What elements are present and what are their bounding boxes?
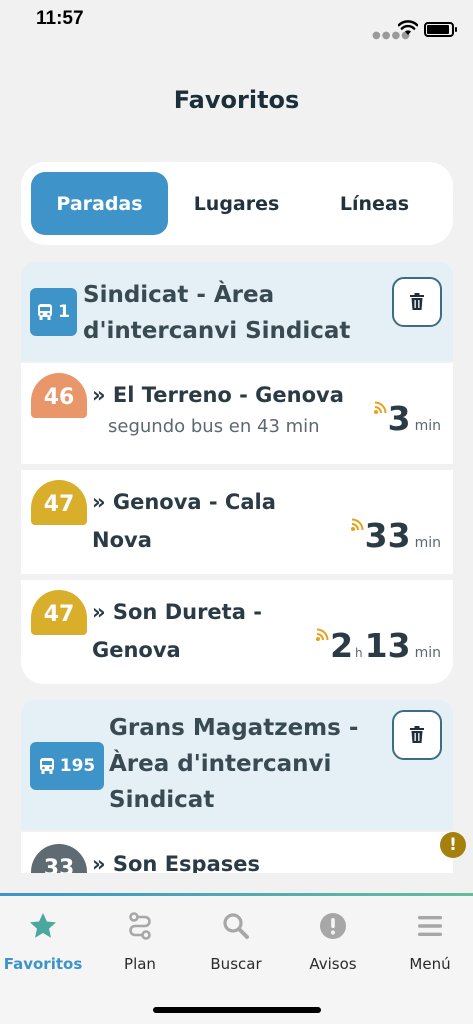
arrival-destination: » El Terreno - Genova <box>92 383 344 407</box>
nav-avisos[interactable]: Avisos <box>286 911 380 973</box>
arrival-destination: » Son Espases <box>92 852 260 873</box>
eta-minutes: 3 <box>387 399 411 438</box>
stop-header[interactable]: 195 Grans Magatzems - Àrea d'intercanvi … <box>21 700 453 830</box>
arrival-eta: 2 h 13 min <box>315 626 441 665</box>
realtime-signal-icon <box>316 628 329 641</box>
nav-divider <box>0 893 473 896</box>
route-icon <box>129 912 151 940</box>
tab-lineas[interactable]: Líneas <box>306 172 443 235</box>
eta-unit: min <box>414 535 441 551</box>
nav-menu[interactable]: Menú <box>383 911 473 973</box>
arrival-destination: » Genova - Cala Nova <box>92 490 276 552</box>
arrival-row[interactable]: 46 » El Terreno - Genova segundo bus en … <box>21 363 453 464</box>
second-bus-text: segundo bus en 43 min <box>108 416 320 437</box>
star-icon <box>30 913 56 938</box>
status-bar: 11:57 ●●●● <box>0 0 473 48</box>
arrival-row[interactable]: 47 » Son Dureta - Genova 2 h 13 min <box>21 580 453 684</box>
eta-unit: min <box>414 418 441 434</box>
eta-hours: 2 <box>330 626 354 665</box>
page-title: Favoritos <box>173 86 300 114</box>
line-badge: 33 <box>31 844 87 873</box>
arrival-destination: » Son Dureta - Genova <box>92 600 262 662</box>
stop-badge: 195 <box>30 742 104 790</box>
delete-stop-button[interactable] <box>392 710 442 760</box>
bottom-nav: Favoritos Plan Buscar Avisos Menú <box>0 893 473 1024</box>
stop-name: Grans Magatzems - Àrea d'intercanvi Sind… <box>109 715 359 813</box>
eta-minutes: 33 <box>364 516 411 555</box>
arrival-eta: 3 min <box>373 399 441 438</box>
home-indicator[interactable] <box>153 1007 321 1013</box>
warning-icon[interactable]: ! <box>440 832 466 858</box>
bus-icon <box>38 304 53 320</box>
delete-stop-button[interactable] <box>392 277 442 327</box>
line-badge: 47 <box>31 590 87 635</box>
wifi-icon <box>398 20 418 35</box>
arrival-row[interactable]: 47 » Genova - Cala Nova 33 min <box>21 470 453 574</box>
eta-minutes: 13 <box>364 626 411 665</box>
arrival-eta: 33 min <box>350 516 441 555</box>
trash-icon <box>410 293 424 310</box>
eta-unit: min <box>414 645 441 661</box>
realtime-signal-icon <box>350 518 364 531</box>
alert-icon <box>320 913 346 939</box>
bus-icon <box>39 758 54 774</box>
line-badge: 47 <box>31 480 87 525</box>
search-icon <box>223 913 249 939</box>
line-badge: 46 <box>31 373 87 418</box>
nav-plan[interactable]: Plan <box>93 911 187 973</box>
stop-number: 1 <box>58 302 70 322</box>
tab-paradas[interactable]: Paradas <box>31 172 168 235</box>
menu-icon <box>418 916 442 936</box>
tab-lugares[interactable]: Lugares <box>169 172 304 235</box>
nav-favoritos[interactable]: Favoritos <box>0 911 90 973</box>
stop-number: 195 <box>59 756 96 776</box>
realtime-signal-icon <box>373 401 387 414</box>
stop-header[interactable]: 1 Sindicat - Àrea d'intercanvi Sindicat <box>21 262 453 361</box>
favorites-list[interactable]: 1 Sindicat - Àrea d'intercanvi Sindicat … <box>0 262 473 873</box>
nav-buscar[interactable]: Buscar <box>189 911 283 973</box>
arrival-row[interactable]: 33 » Son Espases <box>21 832 453 873</box>
tab-bar: Paradas Lugares Líneas <box>21 162 453 245</box>
eta-hour-unit: h <box>355 646 363 660</box>
trash-icon <box>410 726 424 743</box>
status-time: 11:57 <box>36 8 84 29</box>
stop-badge: 1 <box>30 288 77 336</box>
stop-name: Sindicat - Àrea d'intercanvi Sindicat <box>83 282 351 344</box>
battery-icon <box>424 22 457 37</box>
